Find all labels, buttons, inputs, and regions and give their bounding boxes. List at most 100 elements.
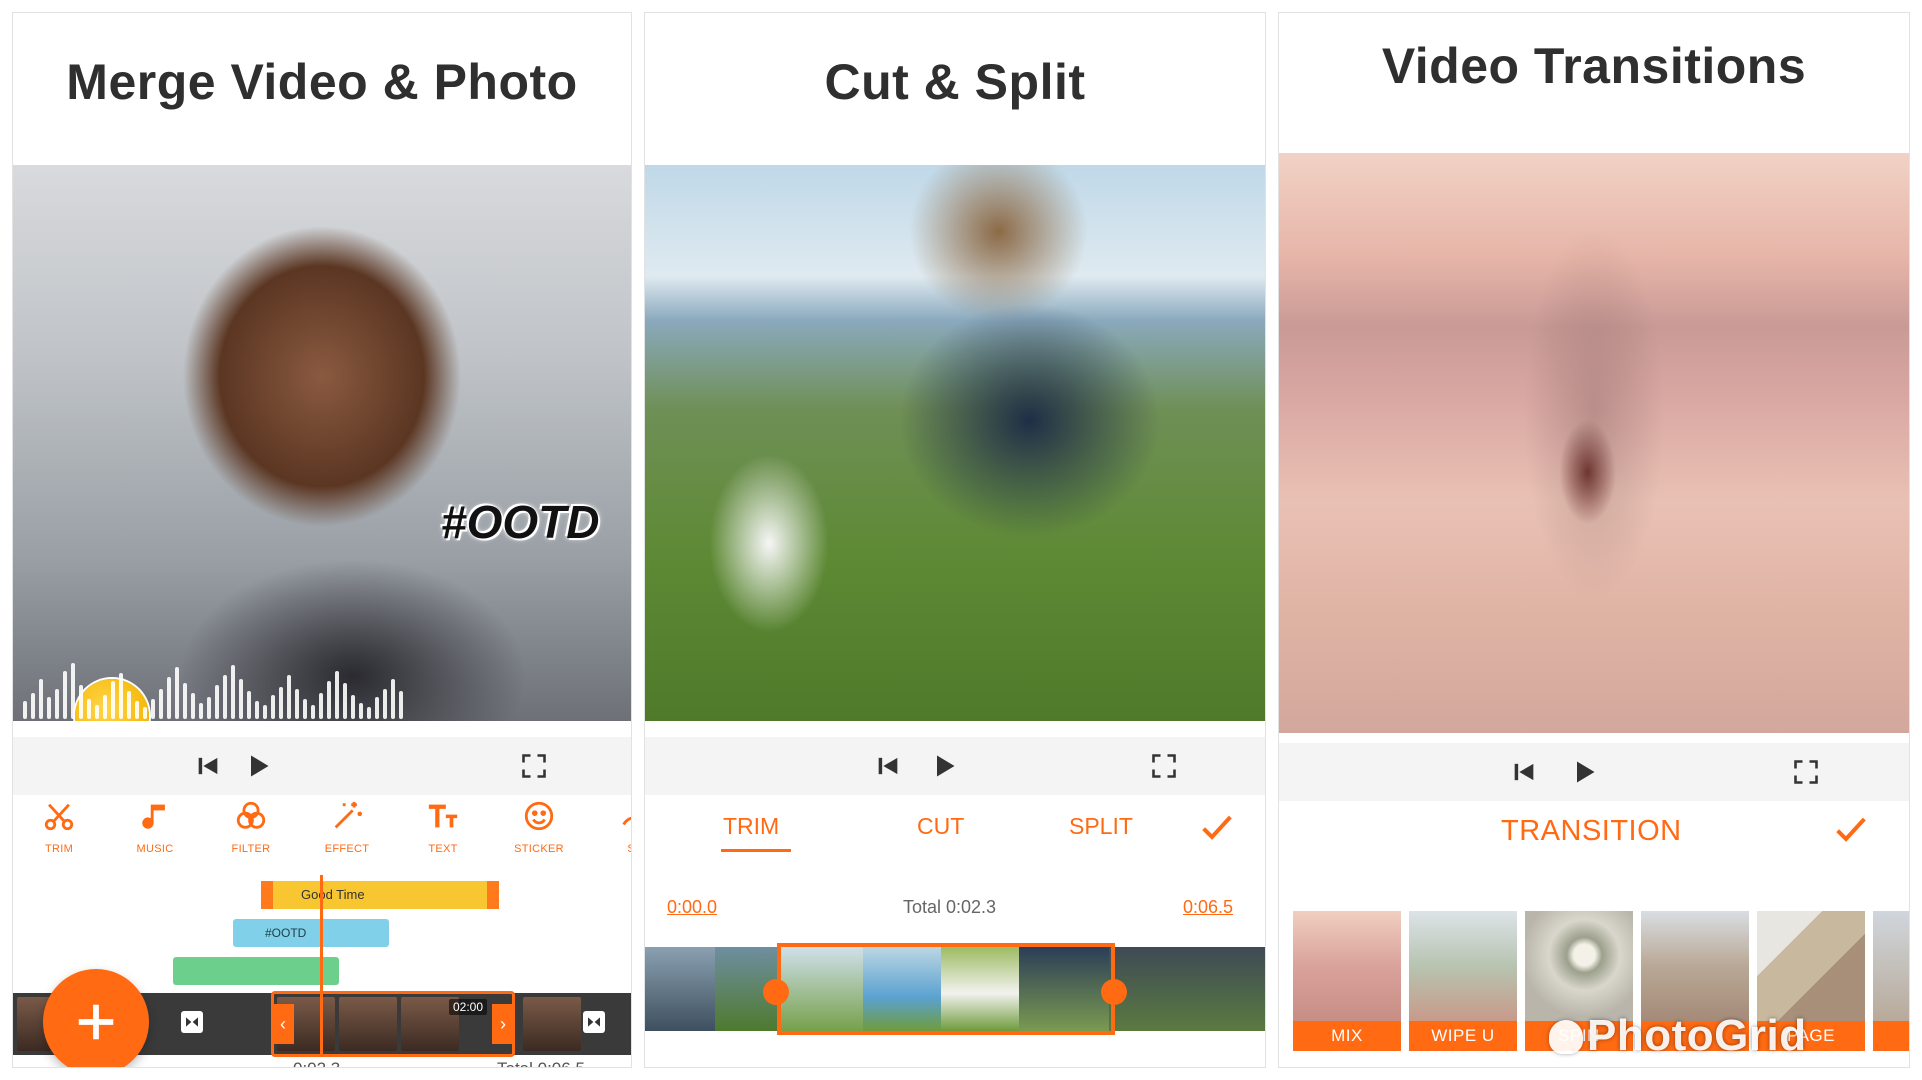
tab-trim[interactable]: TRIM <box>723 813 779 840</box>
play-icon[interactable] <box>1569 757 1599 787</box>
waveform-bar <box>79 685 83 719</box>
player-controls <box>13 737 631 795</box>
waveform-bar <box>327 681 331 719</box>
trim-handle-left[interactable] <box>763 979 789 1005</box>
trim-handle-left[interactable] <box>261 881 273 909</box>
waveform-bar <box>239 679 243 719</box>
waveform-bar <box>335 671 339 719</box>
waveform-bar <box>207 697 211 719</box>
transition-thumbnail <box>1409 911 1517 1021</box>
waveform-bar <box>247 691 251 719</box>
skip-to-start-icon[interactable] <box>1509 757 1539 787</box>
clip-duration: 02:00 <box>449 999 488 1015</box>
skip-to-start-icon[interactable] <box>193 751 223 781</box>
waveform-bar <box>359 703 363 719</box>
fullscreen-icon[interactable] <box>1149 751 1179 781</box>
transition-label: WIPE U <box>1409 1021 1517 1051</box>
chevron-left-icon[interactable]: ‹ <box>272 1004 294 1044</box>
waveform-bar <box>391 679 395 719</box>
waveform-bar <box>287 675 291 719</box>
transition-link-icon[interactable] <box>181 1011 203 1033</box>
confirm-check-icon[interactable] <box>1197 807 1237 847</box>
end-time[interactable]: 0:06.5 <box>1183 897 1233 918</box>
fullscreen-icon[interactable] <box>1791 757 1821 787</box>
waveform-bar <box>23 701 27 719</box>
transition-option-wipe-u[interactable]: WIPE U <box>1409 911 1517 1051</box>
confirm-check-icon[interactable] <box>1831 809 1871 849</box>
preview-image: #OOTD <box>13 165 631 721</box>
waveform-bar <box>47 697 51 719</box>
ootd-text-sticker[interactable]: #OOTD <box>441 495 599 549</box>
transition-link-icon[interactable] <box>583 1011 605 1033</box>
transition-thumbnail <box>1641 911 1749 1021</box>
transition-option-blur[interactable]: BLU <box>1873 911 1909 1051</box>
speed-icon <box>622 816 631 826</box>
tool-music[interactable]: MUSIC <box>115 799 195 855</box>
waveform-bar <box>31 693 35 719</box>
text-track-label: #OOTD <box>265 926 307 940</box>
panel-title: Cut & Split <box>824 54 1086 110</box>
waveform-bar <box>255 701 259 719</box>
tool-label: TEXT <box>428 843 458 855</box>
transition-thumbnail <box>1873 911 1909 1021</box>
tool-speed[interactable]: SP <box>595 799 631 855</box>
plus-icon <box>78 1004 114 1040</box>
tool-effect[interactable]: EFFECT <box>307 799 387 855</box>
panel-video-transitions: Video Transitions TRANSITION MIX WIPE U <box>1278 12 1910 1068</box>
trim-handle-right[interactable] <box>1101 979 1127 1005</box>
waveform-bar <box>119 673 123 719</box>
music-note-icon <box>142 804 165 829</box>
tab-cut[interactable]: CUT <box>917 813 964 840</box>
waveform-bar <box>399 691 403 719</box>
waveform-bar <box>63 671 67 719</box>
tool-trim[interactable]: TRIM <box>19 799 99 855</box>
tool-sticker[interactable]: STICKER <box>499 799 579 855</box>
play-icon[interactable] <box>243 751 273 781</box>
tool-filter[interactable]: FILTER <box>211 799 291 855</box>
clip-thumbnail <box>645 947 715 1031</box>
transition-thumbnail <box>1757 911 1865 1021</box>
music-track[interactable]: Good Time <box>261 881 499 909</box>
transition-thumbnail <box>1293 911 1401 1021</box>
transition-header: TRANSITION <box>1279 809 1909 859</box>
tool-label: EFFECT <box>324 843 370 855</box>
waveform-bar <box>151 699 155 719</box>
waveform-bar <box>103 695 107 719</box>
preview-image <box>645 165 1265 721</box>
start-time[interactable]: 0:00.0 <box>667 897 717 918</box>
text-icon <box>428 804 458 828</box>
preview-image <box>1279 153 1909 733</box>
trim-selection[interactable] <box>777 943 1115 1035</box>
chevron-right-icon[interactable]: › <box>492 1004 514 1044</box>
text-track[interactable]: #OOTD <box>233 919 389 947</box>
trim-handle-right[interactable] <box>487 881 499 909</box>
waveform-bar <box>279 687 283 719</box>
waveform-bar <box>311 705 315 719</box>
clip-thumbnail <box>1109 947 1265 1031</box>
sticker-track[interactable] <box>173 957 339 985</box>
fullscreen-icon[interactable] <box>519 751 549 781</box>
transition-option-mix[interactable]: MIX <box>1293 911 1401 1051</box>
waveform-bar <box>295 689 299 719</box>
transition-thumbnail <box>1525 911 1633 1021</box>
play-icon[interactable] <box>929 751 959 781</box>
tool-label: SP <box>595 843 631 855</box>
waveform-bar <box>223 675 227 719</box>
transition-label: TRANSITION <box>1501 815 1682 847</box>
audio-waveform <box>23 655 463 719</box>
waveform-bar <box>39 679 43 719</box>
waveform-bar <box>175 667 179 719</box>
waveform-bar <box>351 695 355 719</box>
skip-to-start-icon[interactable] <box>873 751 903 781</box>
waveform-bar <box>95 705 99 719</box>
waveform-bar <box>127 691 131 719</box>
tab-split[interactable]: SPLIT <box>1069 813 1133 840</box>
playhead[interactable] <box>320 875 323 1055</box>
edit-tool-row: TRIM MUSIC FILTER EFFECT TEXT STICKER SP <box>13 799 631 869</box>
current-time: 0:02.3 <box>293 1059 340 1067</box>
clip-thumbnail <box>523 997 581 1051</box>
tool-text[interactable]: TEXT <box>403 799 483 855</box>
add-clip-button[interactable] <box>43 969 149 1067</box>
player-controls <box>1279 743 1909 801</box>
waveform-bar <box>383 689 387 719</box>
